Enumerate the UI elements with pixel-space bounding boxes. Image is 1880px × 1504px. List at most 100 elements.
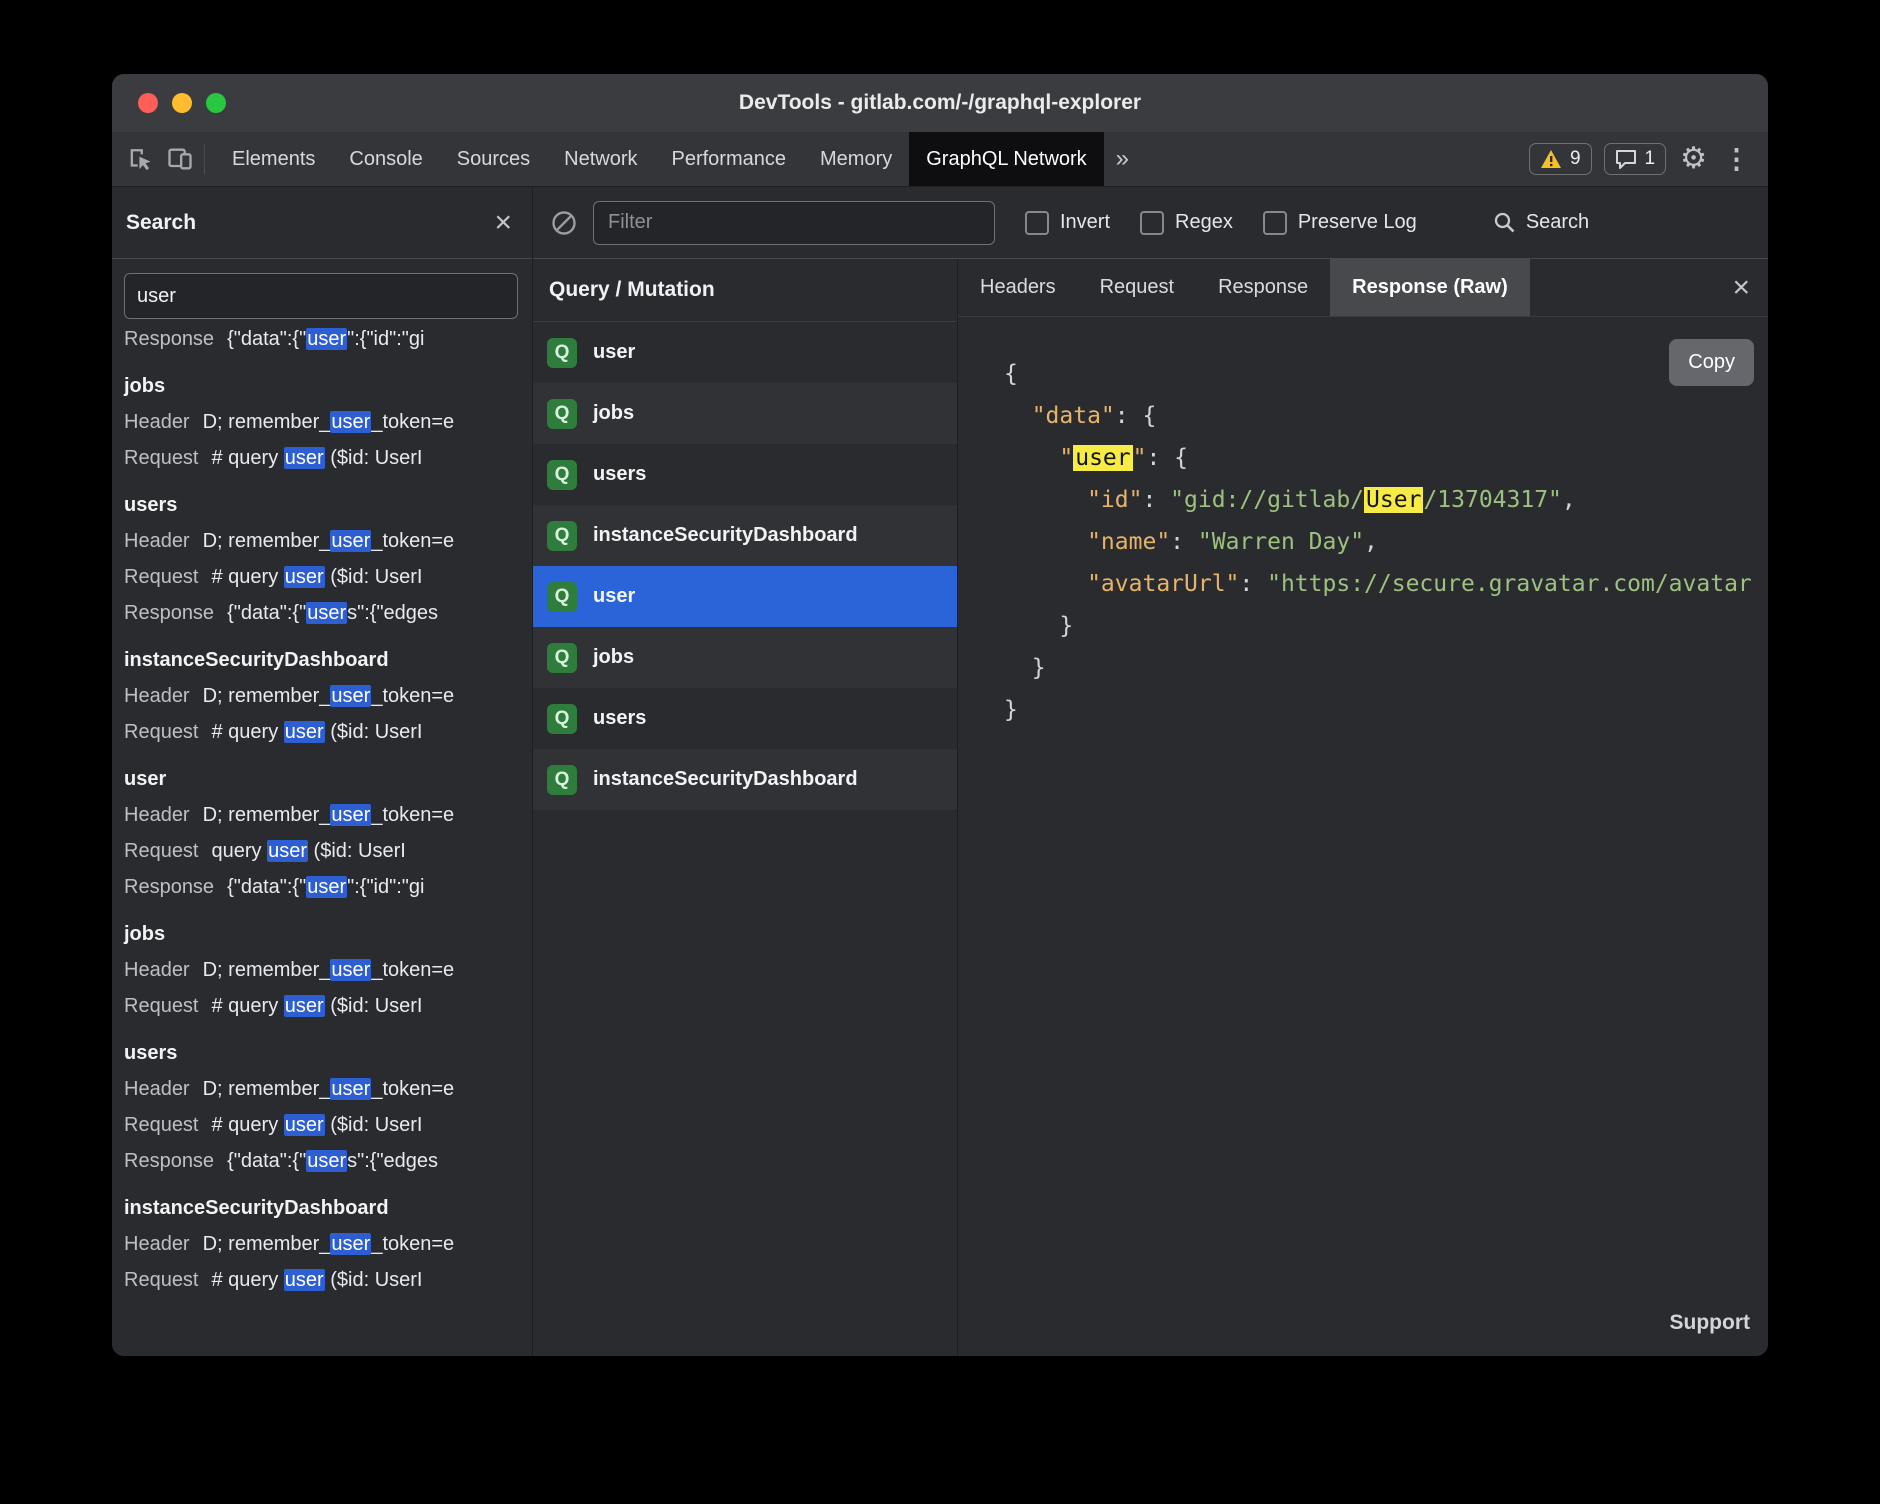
tab-graphql-network[interactable]: GraphQL Network — [909, 132, 1103, 186]
search-result-line[interactable]: HeaderD; remember_user_token=e — [124, 1226, 532, 1262]
search-result-line[interactable]: Response {"data":{"user":{"id":"gi — [124, 869, 532, 905]
search-result-text: ($id: UserI — [308, 840, 406, 862]
query-row[interactable]: Q users — [533, 688, 957, 749]
more-tabs-chevron-icon[interactable]: » — [1104, 132, 1141, 186]
more-options-icon[interactable]: ⋮ — [1721, 146, 1752, 173]
search-result-line[interactable]: Requestquery user ($id: UserI — [124, 833, 532, 869]
search-result-line-label: Header — [124, 685, 190, 707]
search-result-line[interactable]: HeaderD; remember_user_token=e — [124, 797, 532, 833]
search-close-icon[interactable]: × — [494, 208, 512, 238]
search-result-line-label: Request — [124, 447, 199, 469]
close-window-button[interactable] — [138, 93, 158, 113]
search-result-operation-name[interactable]: users — [124, 1035, 532, 1071]
messages-badge[interactable]: 1 — [1604, 143, 1667, 175]
search-result-operation-name[interactable]: jobs — [124, 916, 532, 952]
search-result-line[interactable]: HeaderD; remember_user_token=e — [124, 404, 532, 440]
search-match-highlight: user — [306, 876, 347, 898]
tab-performance[interactable]: Performance — [655, 132, 804, 186]
query-row[interactable]: Q jobs — [533, 383, 957, 444]
json-token: "name" — [1087, 529, 1170, 555]
search-result-operation-name[interactable]: user — [124, 761, 532, 797]
support-link[interactable]: Support — [1670, 1302, 1750, 1344]
preserve-log-checkbox-group[interactable]: Preserve Log — [1263, 211, 1417, 235]
query-mutation-title: Query / Mutation — [533, 259, 957, 322]
search-result-text: ":{"id":"gi — [347, 876, 424, 898]
search-result-text: ($id: UserI — [325, 995, 423, 1017]
search-input[interactable] — [124, 273, 518, 319]
json-token: } — [1032, 655, 1046, 681]
response-close-icon[interactable]: × — [1732, 273, 1750, 303]
search-result-line[interactable]: HeaderD; remember_user_token=e — [124, 952, 532, 988]
messages-count: 1 — [1645, 148, 1656, 170]
search-match-highlight: user — [306, 602, 347, 624]
json-line: } — [1004, 689, 1768, 731]
device-toolbar-icon[interactable] — [166, 145, 194, 173]
tab-console[interactable]: Console — [332, 132, 439, 186]
query-row[interactable]: Q users — [533, 444, 957, 505]
search-result-operation-name[interactable]: instanceSecurityDashboard — [124, 1190, 532, 1226]
tab-request[interactable]: Request — [1078, 259, 1197, 316]
search-result-line[interactable]: Response{"data":{"users":{"edges — [124, 595, 532, 631]
search-match-highlight: user — [284, 721, 325, 743]
search-result-line-label: Response — [124, 876, 214, 898]
settings-gear-icon[interactable]: ⚙ — [1678, 144, 1709, 174]
json-line: } — [1004, 605, 1768, 647]
json-token: "gid://gitlab/ — [1170, 487, 1364, 513]
query-row-label: users — [593, 707, 646, 730]
search-result-line[interactable]: Request# query user ($id: UserI — [124, 440, 532, 476]
invert-checkbox[interactable] — [1025, 211, 1049, 235]
search-result-line[interactable]: Response{"data":{"users":{"edges — [124, 1143, 532, 1179]
search-result-line[interactable]: Request# query user ($id: UserI — [124, 988, 532, 1024]
json-token: } — [1004, 697, 1018, 723]
search-result-line[interactable]: HeaderD; remember_user_token=e — [124, 1071, 532, 1107]
inspect-element-icon[interactable] — [126, 145, 154, 173]
zoom-window-button[interactable] — [206, 93, 226, 113]
json-token: { — [1004, 361, 1018, 387]
query-row[interactable]: Q instanceSecurityDashboard — [533, 505, 957, 566]
tab-memory[interactable]: Memory — [803, 132, 909, 186]
tab-headers[interactable]: Headers — [958, 259, 1078, 316]
query-row[interactable]: Q jobs — [533, 627, 957, 688]
query-list: Q user Q jobs Q users Q instanceSecurity… — [533, 322, 957, 1356]
search-result-line[interactable]: Response{"data":{"user":{"id":"gi — [124, 321, 532, 357]
tab-elements[interactable]: Elements — [215, 132, 332, 186]
query-row-label: jobs — [593, 402, 634, 425]
search-result-operation-name[interactable]: instanceSecurityDashboard — [124, 642, 532, 678]
search-toggle[interactable]: Search — [1493, 211, 1589, 234]
search-panel-title: Search — [126, 211, 196, 235]
json-token: "Warren Day" — [1198, 529, 1364, 555]
regex-checkbox-group[interactable]: Regex — [1140, 211, 1233, 235]
json-line: "avatarUrl": "https://secure.gravatar.co… — [1004, 563, 1768, 605]
search-result-line[interactable]: Request# query user ($id: UserI — [124, 559, 532, 595]
copy-button[interactable]: Copy — [1669, 339, 1754, 386]
search-result-line[interactable]: HeaderD; remember_user_token=e — [124, 523, 532, 559]
minimize-window-button[interactable] — [172, 93, 192, 113]
regex-checkbox[interactable] — [1140, 211, 1164, 235]
json-token: "data" — [1032, 403, 1115, 429]
search-result-text: {"data":{" — [227, 876, 306, 898]
query-row[interactable]: Q user — [533, 566, 957, 627]
tab-response[interactable]: Response — [1196, 259, 1330, 316]
preserve-log-checkbox[interactable] — [1263, 211, 1287, 235]
filter-input[interactable] — [593, 201, 995, 245]
tab-response-raw[interactable]: Response (Raw) — [1330, 259, 1530, 316]
query-row[interactable]: Q instanceSecurityDashboard — [533, 749, 957, 810]
query-row-label: instanceSecurityDashboard — [593, 524, 858, 547]
search-result-text: D; remember_ — [203, 804, 331, 826]
search-result-line[interactable]: Request# query user ($id: UserI — [124, 1262, 532, 1298]
search-result-operation-name[interactable]: jobs — [124, 368, 532, 404]
query-row[interactable]: Q user — [533, 322, 957, 383]
clear-icon[interactable] — [551, 210, 577, 236]
invert-checkbox-group[interactable]: Invert — [1025, 211, 1110, 235]
search-result-text: _token=e — [371, 804, 454, 826]
search-result-text: # query — [212, 447, 284, 469]
search-result-line[interactable]: Request# query user ($id: UserI — [124, 1107, 532, 1143]
tab-network[interactable]: Network — [547, 132, 654, 186]
tab-sources[interactable]: Sources — [440, 132, 547, 186]
search-result-line[interactable]: Request# query user ($id: UserI — [124, 714, 532, 750]
search-result-line[interactable]: HeaderD; remember_user_token=e — [124, 678, 532, 714]
search-result-text: D; remember_ — [203, 411, 331, 433]
traffic-lights — [138, 74, 226, 132]
warnings-badge[interactable]: 9 — [1529, 143, 1592, 175]
search-result-operation-name[interactable]: users — [124, 487, 532, 523]
